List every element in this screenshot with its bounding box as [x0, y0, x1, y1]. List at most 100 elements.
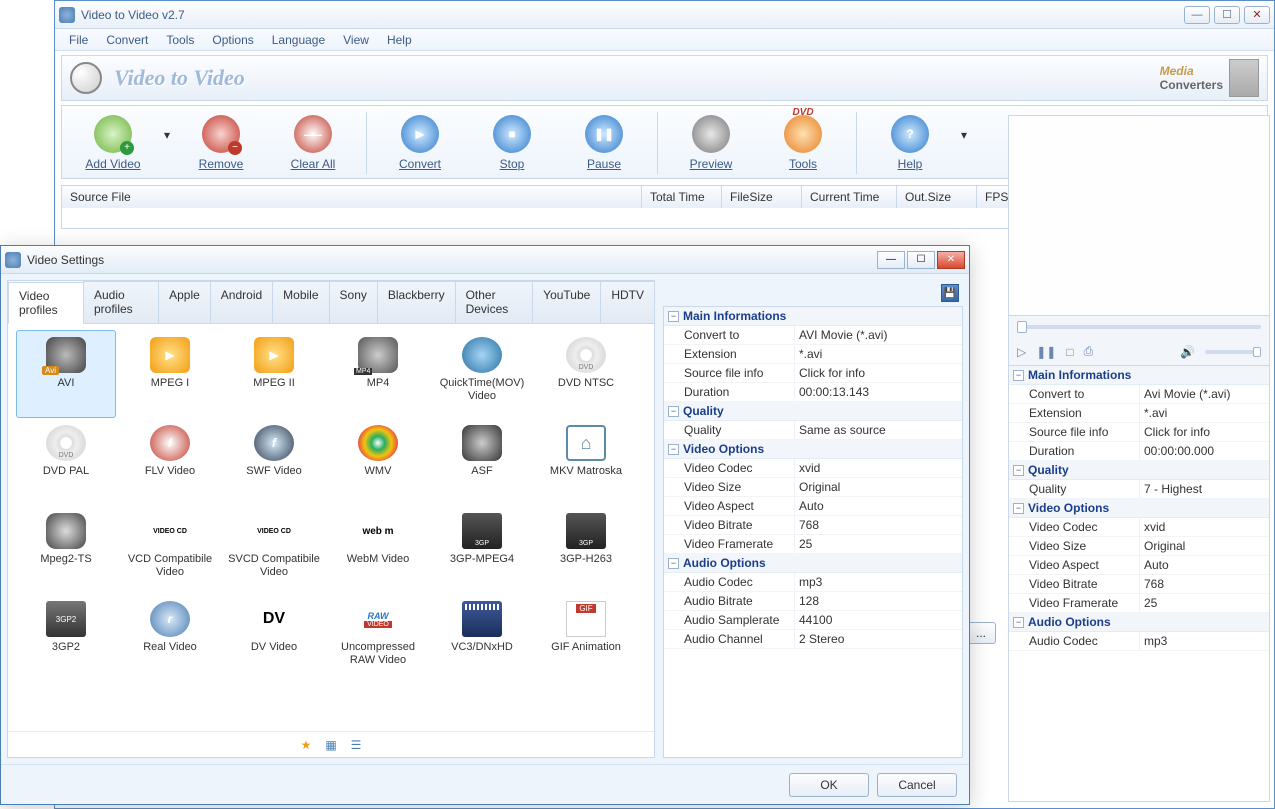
group-expander[interactable]: − [668, 444, 679, 455]
property-value[interactable]: 44100 [794, 611, 962, 629]
maximize-button[interactable]: ☐ [1214, 6, 1240, 24]
ok-button[interactable]: OK [789, 773, 869, 797]
profile-3gp-mpeg4[interactable]: 3GP3GP-MPEG4 [432, 506, 532, 594]
dialog-minimize-button[interactable]: — [877, 251, 905, 269]
profile-asf[interactable]: ASF [432, 418, 532, 506]
profile-mpeg-ii[interactable]: ▶MPEG II [224, 330, 324, 418]
menu-view[interactable]: View [335, 31, 377, 49]
col-filesize[interactable]: FileSize [722, 186, 802, 208]
seek-bar[interactable] [1009, 316, 1269, 338]
browse-output-button[interactable]: ... [966, 622, 996, 644]
add-video-dropdown[interactable]: ▾ [160, 110, 174, 142]
profile-mkv-matroska[interactable]: MKV Matroska [536, 418, 636, 506]
col-source[interactable]: Source File [62, 186, 642, 208]
col-current-time[interactable]: Current Time [802, 186, 897, 208]
property-row[interactable]: Video Codecxvid [664, 459, 962, 478]
tab-apple[interactable]: Apple [158, 281, 211, 323]
property-row[interactable]: Quality7 - Highest [1009, 480, 1269, 499]
dialog-close-button[interactable]: ✕ [937, 251, 965, 269]
group-expander[interactable]: − [668, 406, 679, 417]
property-value[interactable]: *.avi [1139, 404, 1269, 422]
tools-button[interactable]: DVDTools [758, 110, 848, 176]
tab-android[interactable]: Android [210, 281, 273, 323]
group-expander[interactable]: − [1013, 617, 1024, 628]
property-row[interactable]: Convert toAvi Movie (*.avi) [1009, 385, 1269, 404]
profile-swf-video[interactable]: fSWF Video [224, 418, 324, 506]
grid-view-icon[interactable]: ▦ [325, 738, 336, 752]
property-value[interactable]: 7 - Highest [1139, 480, 1269, 498]
tab-other-devices[interactable]: Other Devices [455, 281, 534, 323]
property-row[interactable]: Audio Channel2 Stereo [664, 630, 962, 649]
property-row[interactable]: Extension*.avi [664, 345, 962, 364]
profile-dv-video[interactable]: DVDV Video [224, 594, 324, 682]
profile-vc3-dnxhd[interactable]: VC3/DNxHD [432, 594, 532, 682]
group-expander[interactable]: − [1013, 370, 1024, 381]
property-row[interactable]: Extension*.avi [1009, 404, 1269, 423]
property-value[interactable]: 00:00:13.143 [794, 383, 962, 401]
play-icon[interactable]: ▷ [1017, 345, 1026, 359]
menu-file[interactable]: File [61, 31, 96, 49]
minimize-button[interactable]: — [1184, 6, 1210, 24]
property-value[interactable]: Original [1139, 537, 1269, 555]
stop-icon[interactable]: □ [1066, 345, 1073, 359]
property-value[interactable]: Click for info [794, 364, 962, 382]
close-button[interactable]: ✕ [1244, 6, 1270, 24]
favorites-icon[interactable]: ★ [301, 738, 312, 752]
menu-help[interactable]: Help [379, 31, 420, 49]
profile-real-video[interactable]: rReal Video [120, 594, 220, 682]
property-row[interactable]: Video AspectAuto [664, 497, 962, 516]
property-value[interactable]: 2 Stereo [794, 630, 962, 648]
group-expander[interactable]: − [668, 311, 679, 322]
property-value[interactable]: xvid [794, 459, 962, 477]
property-row[interactable]: Duration00:00:00.000 [1009, 442, 1269, 461]
property-value[interactable]: 768 [1139, 575, 1269, 593]
clear-all-button[interactable]: —Clear All [268, 110, 358, 176]
property-row[interactable]: QualitySame as source [664, 421, 962, 440]
menu-language[interactable]: Language [264, 31, 333, 49]
property-row[interactable]: Video Bitrate768 [1009, 575, 1269, 594]
col-total-time[interactable]: Total Time [642, 186, 722, 208]
help-button[interactable]: ?Help [865, 110, 955, 176]
property-value[interactable]: Same as source [794, 421, 962, 439]
profile-gif-animation[interactable]: GIF Animation [536, 594, 636, 682]
property-value[interactable]: *.avi [794, 345, 962, 363]
menu-tools[interactable]: Tools [158, 31, 202, 49]
property-row[interactable]: Audio Samplerate44100 [664, 611, 962, 630]
profile-webm-video[interactable]: web mWebM Video [328, 506, 428, 594]
group-expander[interactable]: − [1013, 465, 1024, 476]
pause-button[interactable]: ❚❚Pause [559, 110, 649, 176]
property-row[interactable]: Audio Bitrate128 [664, 592, 962, 611]
profile-uncompressed-raw-video[interactable]: RAWVIDEOUncompressed RAW Video [328, 594, 428, 682]
property-row[interactable]: Video SizeOriginal [1009, 537, 1269, 556]
property-row[interactable]: Source file infoClick for info [664, 364, 962, 383]
menu-options[interactable]: Options [204, 31, 261, 49]
profile-dvd-pal[interactable]: DVD PAL [16, 418, 116, 506]
tab-audio-profiles[interactable]: Audio profiles [83, 281, 159, 323]
profile-mp4[interactable]: MP4 [328, 330, 428, 418]
group-expander[interactable]: − [668, 558, 679, 569]
tab-youtube[interactable]: YouTube [532, 281, 601, 323]
property-row[interactable]: Video Bitrate768 [664, 516, 962, 535]
menu-convert[interactable]: Convert [98, 31, 156, 49]
tab-mobile[interactable]: Mobile [272, 281, 329, 323]
convert-button[interactable]: ▶Convert [375, 110, 465, 176]
profile-flv-video[interactable]: fFLV Video [120, 418, 220, 506]
tab-blackberry[interactable]: Blackberry [377, 281, 456, 323]
property-row[interactable]: Video Codecxvid [1009, 518, 1269, 537]
profile-dvd-ntsc[interactable]: DVD NTSC [536, 330, 636, 418]
property-value[interactable]: Auto [794, 497, 962, 515]
profile-3gp2[interactable]: 3GP23GP2 [16, 594, 116, 682]
property-row[interactable]: Duration00:00:13.143 [664, 383, 962, 402]
property-row[interactable]: Audio Codecmp3 [664, 573, 962, 592]
property-value[interactable]: Avi Movie (*.avi) [1139, 385, 1269, 403]
volume-slider[interactable] [1205, 350, 1261, 354]
save-profile-icon[interactable]: 💾 [941, 284, 959, 302]
volume-icon[interactable]: 🔊 [1180, 345, 1195, 359]
property-value[interactable]: xvid [1139, 518, 1269, 536]
property-value[interactable]: 00:00:00.000 [1139, 442, 1269, 460]
profile-avi[interactable]: AVI [16, 330, 116, 418]
profile-3gp-h263[interactable]: 3GP3GP-H263 [536, 506, 636, 594]
tab-video-profiles[interactable]: Video profiles [8, 282, 84, 324]
property-value[interactable]: Original [794, 478, 962, 496]
property-value[interactable]: 768 [794, 516, 962, 534]
